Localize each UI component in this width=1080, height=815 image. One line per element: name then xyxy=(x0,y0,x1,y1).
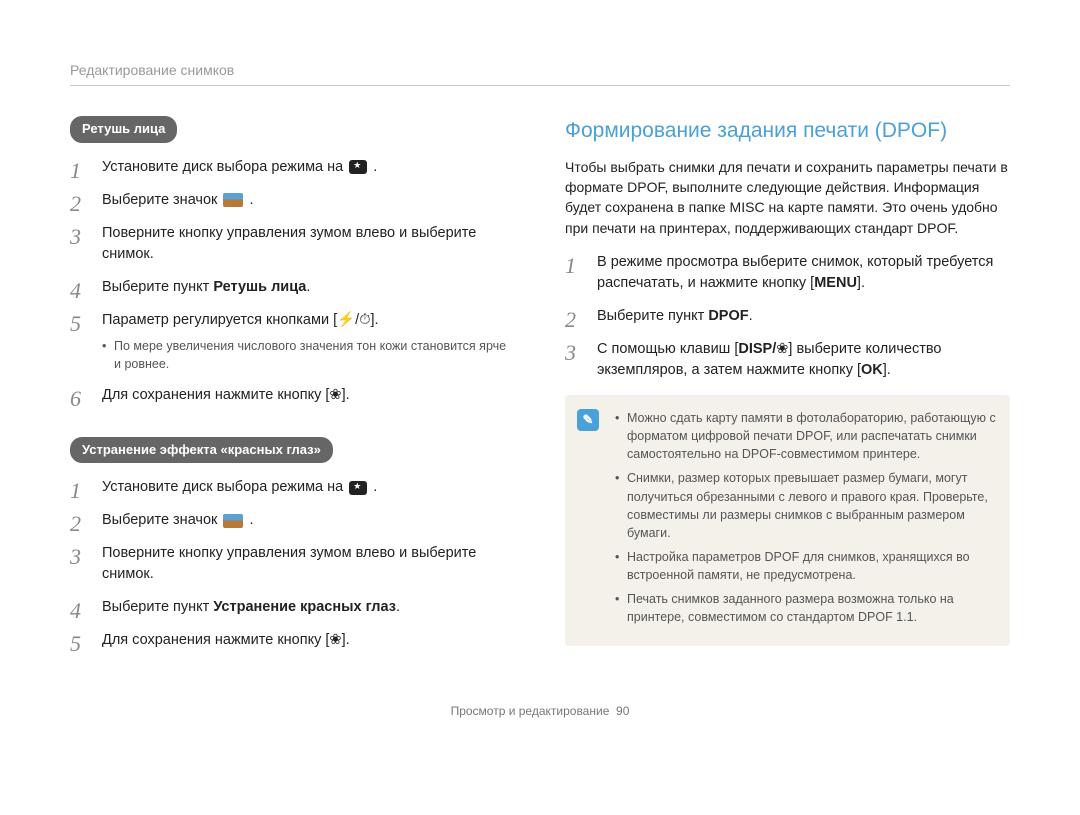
left-column: Ретушь лица Установите диск выбора режим… xyxy=(70,116,515,663)
macro-icon: ❀ xyxy=(329,387,341,403)
dpof-steps: В режиме просмотра выберите снимок, кото… xyxy=(565,252,1010,381)
macro-icon: ❀ xyxy=(776,341,788,357)
step-item: Установите диск выбора режима на . xyxy=(70,157,515,178)
note-box: ✎ Можно сдать карту памяти в фотолаборат… xyxy=(565,395,1010,646)
timer-icon: ⏱ xyxy=(359,312,370,328)
dpof-intro: Чтобы выбрать снимки для печати и сохран… xyxy=(565,157,1010,238)
section-label-retouch: Ретушь лица xyxy=(70,116,177,143)
mode-dial-icon xyxy=(349,481,367,495)
step-item: Выберите значок . xyxy=(70,510,515,531)
note-item: Снимки, размер которых превышает размер … xyxy=(615,469,996,542)
step-item: Поверните кнопку управления зумом влево … xyxy=(70,543,515,585)
mode-dial-icon xyxy=(349,160,367,174)
step-item: Поверните кнопку управления зумом влево … xyxy=(70,223,515,265)
step-item: Установите диск выбора режима на . xyxy=(70,477,515,498)
step-item: Выберите пункт Устранение красных глаз. xyxy=(70,597,515,618)
footer-section: Просмотр и редактирование xyxy=(451,704,610,718)
step-item: Выберите пункт Ретушь лица. xyxy=(70,277,515,298)
thumbnail-icon xyxy=(223,514,243,528)
redeye-steps: Установите диск выбора режима на . Выбери… xyxy=(70,477,515,651)
macro-icon: ❀ xyxy=(329,632,341,648)
step-item: Для сохранения нажмите кнопку [❀]. xyxy=(70,630,515,651)
note-list: Можно сдать карту памяти в фотолаборатор… xyxy=(615,409,996,626)
flash-icon: ⚡ xyxy=(337,312,355,328)
step-item: Параметр регулируется кнопками [⚡/⏱].По … xyxy=(70,310,515,373)
content-columns: Ретушь лица Установите диск выбора режим… xyxy=(70,116,1010,663)
step-item: Выберите значок . xyxy=(70,190,515,211)
step-item: В режиме просмотра выберите снимок, кото… xyxy=(565,252,1010,294)
note-item: Настройка параметров DPOF для снимков, х… xyxy=(615,548,996,584)
page-footer: Просмотр и редактирование 90 xyxy=(70,703,1010,720)
info-icon: ✎ xyxy=(577,409,599,431)
note-item: Печать снимков заданного размера возможн… xyxy=(615,590,996,626)
step-sub-note: По мере увеличения числового значения то… xyxy=(102,337,515,373)
retouch-steps: Установите диск выбора режима на . Выбери… xyxy=(70,157,515,406)
thumbnail-icon xyxy=(223,193,243,207)
right-column: Формирование задания печати (DPOF) Чтобы… xyxy=(565,116,1010,663)
footer-page: 90 xyxy=(616,704,629,718)
step-item: Для сохранения нажмите кнопку [❀]. xyxy=(70,385,515,406)
section-label-redeye: Устранение эффекта «красных глаз» xyxy=(70,437,333,464)
note-item: Можно сдать карту памяти в фотолаборатор… xyxy=(615,409,996,463)
step-item: С помощью клавиш [DISP/❀] выберите колич… xyxy=(565,339,1010,381)
step-item: Выберите пункт DPOF. xyxy=(565,306,1010,327)
dpof-heading: Формирование задания печати (DPOF) xyxy=(565,116,1010,146)
breadcrumb: Редактирование снимков xyxy=(70,60,1010,86)
